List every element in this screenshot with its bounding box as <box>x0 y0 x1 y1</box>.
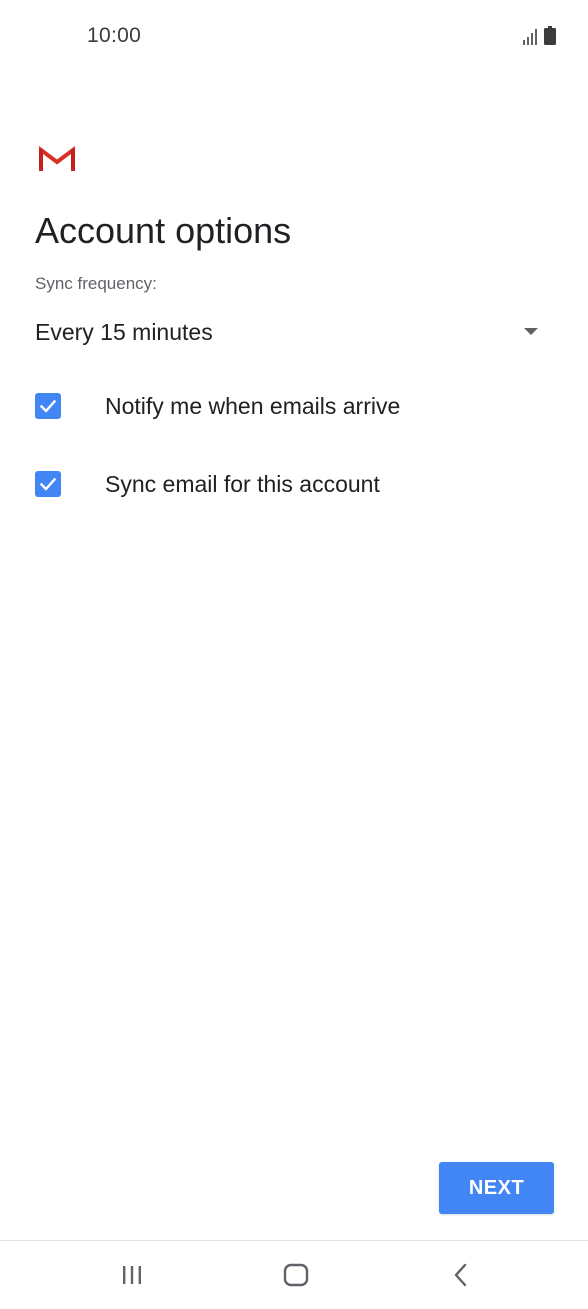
sync-email-option-row[interactable]: Sync email for this account <box>35 460 555 508</box>
signal-icon <box>522 29 538 50</box>
sync-frequency-dropdown[interactable]: Every 15 minutes <box>35 312 555 352</box>
status-time: 10:00 <box>87 24 142 47</box>
sync-email-label: Sync email for this account <box>105 471 380 497</box>
gmail-logo-icon <box>39 146 75 172</box>
dropdown-arrow-icon <box>524 328 538 335</box>
sync-frequency-value: Every 15 minutes <box>35 319 213 345</box>
next-button[interactable]: NEXT <box>439 1162 554 1214</box>
back-icon[interactable] <box>431 1259 491 1291</box>
notify-label: Notify me when emails arrive <box>105 393 401 419</box>
sync-frequency-label: Sync frequency: <box>35 274 157 293</box>
navigation-bar <box>0 1240 588 1309</box>
home-icon[interactable] <box>266 1259 326 1291</box>
checkmark-icon <box>39 477 57 491</box>
status-icons <box>522 26 556 50</box>
notify-option-row[interactable]: Notify me when emails arrive <box>35 382 555 430</box>
notify-checkbox[interactable] <box>35 393 61 419</box>
status-bar: 10:00 <box>0 0 588 72</box>
sync-email-checkbox[interactable] <box>35 471 61 497</box>
checkmark-icon <box>39 399 57 413</box>
recent-apps-icon[interactable] <box>102 1259 162 1291</box>
page-title: Account options <box>35 210 292 251</box>
battery-icon <box>544 26 556 50</box>
